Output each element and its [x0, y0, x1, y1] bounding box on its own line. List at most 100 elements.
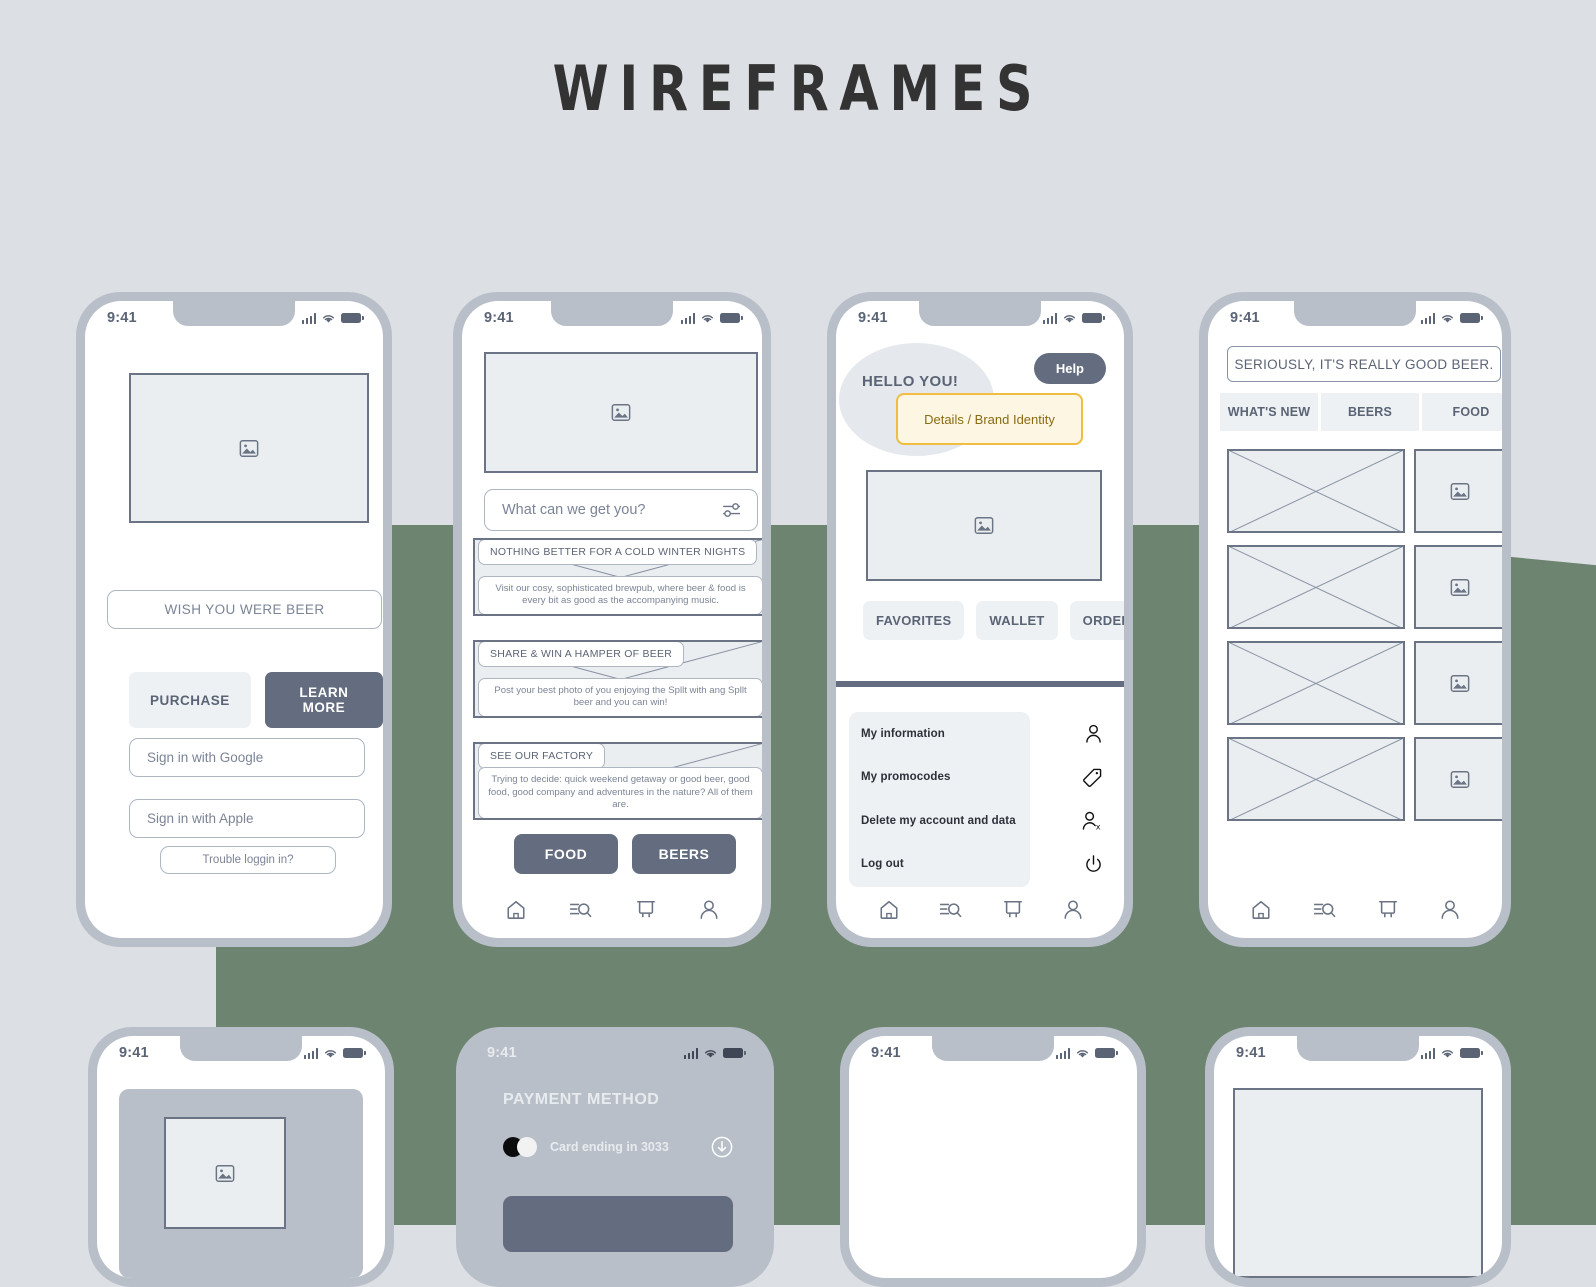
hero-image-placeholder — [129, 373, 369, 523]
menu-item-my-information[interactable]: My information — [836, 712, 1124, 756]
signal-icon — [1055, 1048, 1070, 1059]
wifi-icon — [1442, 314, 1453, 322]
catalogue-banner-text: SERIOUSLY, IT'S REALLY GOOD BEER. — [1234, 356, 1494, 372]
battery-icon — [1082, 313, 1105, 323]
sign-in-google-button[interactable]: Sign in with Google — [129, 738, 365, 777]
tagline-field[interactable]: WISH YOU WERE BEER — [107, 590, 382, 629]
nav-person-icon[interactable] — [1063, 899, 1083, 920]
status-icons — [1042, 313, 1105, 324]
nav-search-list-icon[interactable] — [569, 899, 593, 920]
filter-sliders-icon[interactable] — [722, 502, 742, 518]
menu-item-delete-account[interactable]: Delete my account and data x — [836, 799, 1124, 843]
status-time: 9:41 — [484, 310, 514, 326]
tab-beers[interactable]: BEERS — [1321, 393, 1419, 431]
battery-icon — [341, 313, 364, 323]
phone-media-view: 9:41 — [1205, 1027, 1511, 1287]
category-button-row: FOOD BEERS — [514, 834, 736, 874]
signal-icon — [1420, 1048, 1435, 1059]
menu-label: My promocodes — [861, 771, 951, 784]
tab-food[interactable]: FOOD — [1422, 393, 1502, 431]
purchase-button[interactable]: PURCHASE — [129, 672, 251, 728]
payment-card-row[interactable]: Card ending in 3033 — [503, 1136, 733, 1158]
grid-item-wide[interactable] — [1227, 449, 1405, 533]
sign-in-apple-button[interactable]: Sign in with Apple — [129, 799, 365, 838]
person-icon — [1086, 725, 1101, 743]
status-icons — [1420, 313, 1483, 324]
search-input[interactable]: What can we get you? — [484, 489, 758, 531]
promo-card-desc: Trying to decide: quick weekend getaway … — [478, 767, 762, 818]
download-circle-icon[interactable] — [711, 1136, 733, 1158]
screen-login: 9:41 WISH YOU WERE BEER PURCHASE LEARN M… — [85, 301, 383, 938]
battery-icon — [1095, 1048, 1118, 1058]
grid-item-wide[interactable] — [1227, 545, 1405, 629]
screen-media-view: 9:41 — [1214, 1036, 1502, 1278]
grid-item-thumb[interactable] — [1414, 737, 1502, 821]
promo-card-desc: Visit our cosy, sophisticated brewpub, w… — [478, 575, 762, 614]
brand-identity-label: Details / Brand Identity — [924, 411, 1055, 427]
nav-search-list-icon[interactable] — [939, 899, 963, 920]
nav-cart-icon[interactable] — [1377, 899, 1399, 920]
chip-favorites[interactable]: FAVORITES — [863, 601, 965, 640]
food-button[interactable]: FOOD — [514, 834, 618, 874]
screen-product-detail: 9:41 — [97, 1036, 385, 1278]
screen-blank: 9:41 — [849, 1036, 1137, 1278]
grid-item-thumb[interactable] — [1414, 449, 1502, 533]
chip-orders[interactable]: ORDERS — [1069, 601, 1124, 640]
nav-cart-icon[interactable] — [635, 899, 657, 920]
phone-product-detail: 9:41 — [88, 1027, 394, 1287]
power-icon — [1086, 855, 1101, 872]
promo-card[interactable]: SEE OUR FACTORY Trying to decide: quick … — [473, 742, 762, 820]
promo-card[interactable]: NOTHING BETTER FOR A COLD WINTER NIGHTS … — [473, 538, 762, 616]
chip-wallet[interactable]: WALLET — [976, 601, 1058, 640]
image-icon — [611, 403, 631, 422]
nav-home-icon[interactable] — [505, 899, 527, 920]
grid-item-wide[interactable] — [1227, 641, 1405, 725]
beers-button[interactable]: BEERS — [632, 834, 736, 874]
trouble-login-button[interactable]: Trouble loggin in? — [160, 846, 336, 874]
wifi-icon — [1077, 1049, 1088, 1057]
bottom-nav — [462, 899, 762, 920]
help-button[interactable]: Help — [1033, 353, 1106, 384]
nav-home-icon[interactable] — [878, 899, 900, 920]
brand-identity-note: Details / Brand Identity — [896, 393, 1083, 445]
search-placeholder: What can we get you? — [502, 502, 646, 518]
catalogue-banner[interactable]: SERIOUSLY, IT'S REALLY GOOD BEER. — [1227, 346, 1501, 382]
notch — [173, 301, 295, 326]
battery-icon — [343, 1048, 366, 1058]
learn-more-button[interactable]: LEARN MORE — [264, 672, 383, 728]
tagline-text: WISH YOU WERE BEER — [164, 602, 325, 617]
google-label: Sign in with Google — [147, 750, 264, 765]
account-menu: My information My promocodes Delete my a… — [836, 712, 1124, 886]
grid-item-thumb[interactable] — [1414, 641, 1502, 725]
tab-whats-new[interactable]: WHAT'S NEW — [1220, 393, 1318, 431]
wifi-icon — [323, 314, 335, 322]
battery-icon — [723, 1048, 746, 1058]
page-title: WIREFRAMES — [552, 52, 1044, 125]
status-icons — [301, 313, 364, 324]
promo-card-title: SEE OUR FACTORY — [478, 744, 606, 769]
nav-cart-icon[interactable] — [1002, 899, 1024, 920]
screen-home-feed: 9:41 What can we get you? NOTHING BETTER… — [462, 301, 762, 938]
status-time: 9:41 — [1230, 310, 1260, 326]
promo-card[interactable]: SHARE & WIN A HAMPER OF BEER Post your b… — [473, 640, 762, 718]
promo-card-desc: Post your best photo of you enjoying the… — [478, 677, 762, 716]
tag-icon — [1083, 768, 1102, 787]
product-image-placeholder — [164, 1117, 286, 1229]
screen-catalogue: 9:41 SERIOUSLY, IT'S REALLY GOOD BEER. W… — [1208, 301, 1502, 938]
nav-home-icon[interactable] — [1250, 899, 1272, 920]
status-time: 9:41 — [858, 310, 888, 326]
notch — [1297, 1036, 1419, 1061]
grid-item-thumb[interactable] — [1414, 545, 1502, 629]
payment-primary-button[interactable] — [503, 1196, 733, 1252]
status-icons — [683, 1048, 746, 1059]
nav-search-list-icon[interactable] — [1313, 899, 1337, 920]
payment-card-label: Card ending in 3033 — [550, 1140, 669, 1154]
promo-card-title: SHARE & WIN A HAMPER OF BEER — [478, 642, 685, 667]
nav-person-icon[interactable] — [1440, 899, 1460, 920]
grid-item-wide[interactable] — [1227, 737, 1405, 821]
menu-item-my-promocodes[interactable]: My promocodes — [836, 756, 1124, 800]
status-time: 9:41 — [871, 1045, 901, 1061]
menu-item-log-out[interactable]: Log out — [836, 843, 1124, 887]
signal-icon — [680, 313, 695, 324]
nav-person-icon[interactable] — [699, 899, 719, 920]
